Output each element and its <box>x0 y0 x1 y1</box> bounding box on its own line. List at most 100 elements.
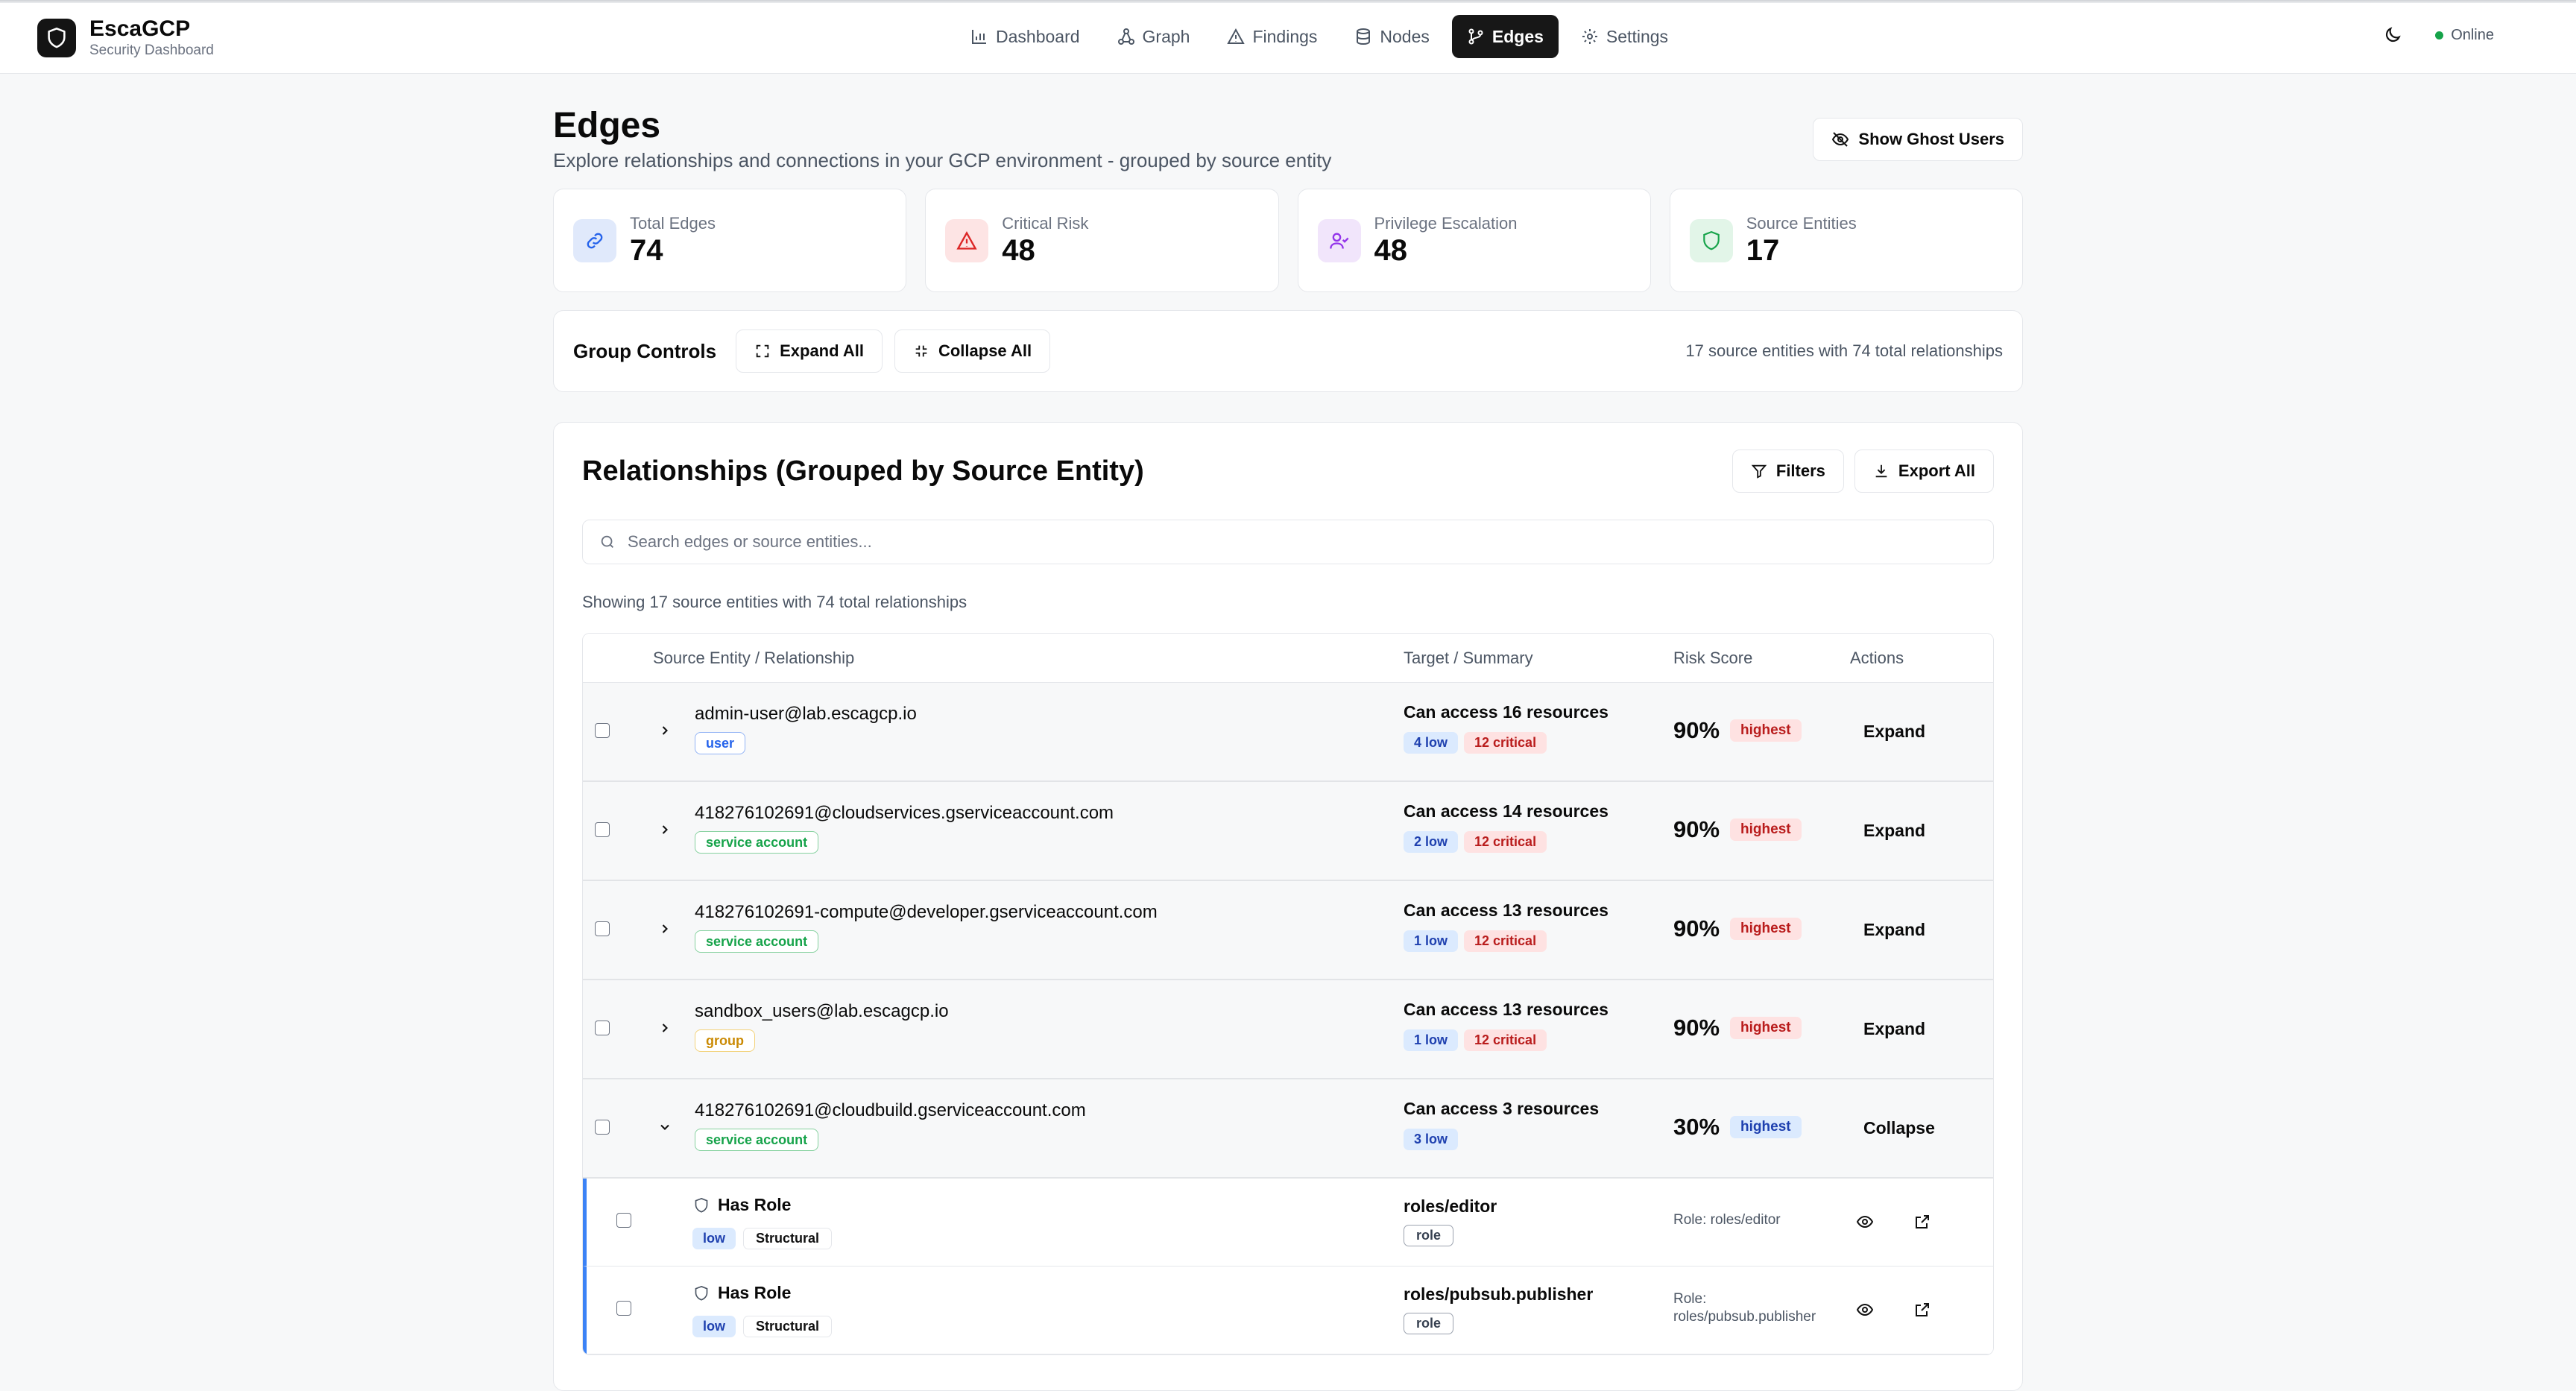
critical-count-badge: 12 critical <box>1464 831 1547 853</box>
stat-value: 74 <box>630 233 663 267</box>
export-all-label: Export All <box>1898 461 1975 480</box>
chevron-right-icon[interactable] <box>657 1021 672 1035</box>
row-checkbox[interactable] <box>595 822 610 837</box>
export-all-button[interactable]: Export All <box>1854 450 1994 493</box>
nav-nodes[interactable]: Nodes <box>1339 15 1444 58</box>
source-entity-name: sandbox_users@lab.escagcp.io <box>695 1001 949 1021</box>
summary-title: Can access 14 resources <box>1404 801 1609 821</box>
col-actions-header: Actions <box>1850 648 1904 667</box>
show-ghost-users-button[interactable]: Show Ghost Users <box>1813 118 2023 161</box>
source-entity-name: 418276102691@cloudbuild.gserviceaccount.… <box>695 1100 1086 1120</box>
low-count-badge: 1 low <box>1404 930 1459 952</box>
row-checkbox[interactable] <box>595 921 610 936</box>
critical-count-badge: 12 critical <box>1464 732 1547 754</box>
edge-type-label: Has Role <box>718 1283 792 1302</box>
nav-dashboard[interactable]: Dashboard <box>956 15 1095 58</box>
table-row[interactable]: admin-user@lab.escagcp.io user Can acces… <box>583 683 1993 782</box>
expand-all-button[interactable]: Expand All <box>736 329 883 373</box>
col-target-header: Target / Summary <box>1404 648 1533 667</box>
collapse-all-button[interactable]: Collapse All <box>894 329 1051 373</box>
risk-level-badge: highest <box>1730 1116 1802 1138</box>
stat-label: Critical Risk <box>1002 213 1089 233</box>
target-name: roles/pubsub.publisher <box>1404 1284 1594 1304</box>
chevron-right-icon[interactable] <box>657 723 672 738</box>
severity-badge: low <box>692 1228 736 1249</box>
child-edge-row[interactable]: Has Role low Structural roles/pubsub.pub… <box>583 1267 1993 1354</box>
expand-button[interactable]: Expand <box>1863 920 1925 940</box>
category-chip: Structural <box>743 1228 833 1249</box>
nav-settings[interactable]: Settings <box>1566 15 1683 58</box>
moon-icon[interactable] <box>2383 25 2402 45</box>
child-checkbox[interactable] <box>616 1301 631 1316</box>
risk-level-badge: highest <box>1730 1017 1802 1039</box>
nav-label: Edges <box>1491 26 1544 46</box>
summary-title: Can access 13 resources <box>1404 900 1609 920</box>
role-note: Role: roles/editor <box>1673 1212 1781 1228</box>
nav-label: Settings <box>1606 26 1669 46</box>
stat-value: 48 <box>1002 233 1035 267</box>
severity-badge: low <box>692 1316 736 1337</box>
row-checkbox[interactable] <box>595 1120 610 1135</box>
nav-label: Dashboard <box>996 26 1080 46</box>
brand[interactable]: EscaGCP Security Dashboard <box>37 16 214 60</box>
expand-button[interactable]: Expand <box>1863 722 1925 742</box>
expand-button[interactable]: Expand <box>1863 821 1925 841</box>
collapse-button[interactable]: Collapse <box>1863 1118 1935 1138</box>
main-nav: Dashboard Graph Findings Nodes Edges Set… <box>956 15 1683 58</box>
search-icon <box>599 534 616 550</box>
shield-icon <box>694 1197 709 1214</box>
stat-privilege-escalation: Privilege Escalation 48 <box>1297 189 1651 292</box>
app-name: EscaGCP <box>89 16 191 41</box>
stat-label: Source Entities <box>1746 213 1857 233</box>
filters-button[interactable]: Filters <box>1731 450 1844 493</box>
external-link-icon[interactable] <box>1907 1295 1937 1325</box>
critical-count-badge: 12 critical <box>1464 930 1547 952</box>
entity-type-tag: service account <box>695 1129 819 1151</box>
nav-graph[interactable]: Graph <box>1102 15 1205 58</box>
database-icon <box>1354 28 1372 45</box>
expand-button[interactable]: Expand <box>1863 1019 1925 1039</box>
risk-score: 30% <box>1673 1114 1720 1140</box>
external-link-icon[interactable] <box>1907 1207 1937 1237</box>
chevron-right-icon[interactable] <box>657 921 672 936</box>
view-eye-icon[interactable] <box>1850 1295 1880 1325</box>
child-checkbox[interactable] <box>616 1213 631 1228</box>
group-controls: Group Controls Expand All Collapse All 1… <box>553 310 2023 392</box>
view-eye-icon[interactable] <box>1850 1207 1880 1237</box>
relationships-table: Source Entity / Relationship Target / Su… <box>582 633 1994 1355</box>
chevron-down-icon[interactable] <box>657 1120 672 1135</box>
relationships-card: Relationships (Grouped by Source Entity)… <box>553 422 2023 1391</box>
table-row[interactable]: sandbox_users@lab.escagcp.io group Can a… <box>583 980 1993 1079</box>
page-subtitle: Explore relationships and connections in… <box>553 149 1332 171</box>
summary-title: Can access 13 resources <box>1404 1000 1609 1019</box>
show-ghost-users-label: Show Ghost Users <box>1858 130 2004 148</box>
status-dot <box>2435 31 2444 40</box>
graph-icon <box>1117 28 1135 45</box>
entity-type-tag: user <box>695 732 746 754</box>
table-row[interactable]: 418276102691@cloudbuild.gserviceaccount.… <box>583 1079 1993 1179</box>
entity-type-tag: service account <box>695 930 819 953</box>
row-checkbox[interactable] <box>595 723 610 738</box>
target-type-chip: role <box>1404 1225 1454 1246</box>
table-row[interactable]: 418276102691-compute@developer.gservicea… <box>583 881 1993 980</box>
chevron-right-icon[interactable] <box>657 822 672 837</box>
low-count-badge: 3 low <box>1404 1129 1459 1150</box>
search-box <box>582 520 1994 564</box>
gear-icon <box>1581 28 1599 45</box>
search-input[interactable] <box>628 532 1977 552</box>
expand-all-label: Expand All <box>780 341 864 360</box>
row-checkbox[interactable] <box>595 1021 610 1035</box>
stats-row: Total Edges 74 Critical Risk 48 Privileg… <box>553 189 2023 292</box>
nav-findings[interactable]: Findings <box>1212 15 1332 58</box>
nav-edges[interactable]: Edges <box>1451 15 1559 58</box>
col-risk-header: Risk Score <box>1673 648 1753 667</box>
showing-summary: Showing 17 source entities with 74 total… <box>582 593 967 611</box>
target-type-chip: role <box>1404 1313 1454 1334</box>
table-row[interactable]: 418276102691@cloudservices.gserviceaccou… <box>583 782 1993 881</box>
maximize-icon <box>754 343 771 359</box>
risk-level-badge: highest <box>1730 818 1802 841</box>
filters-label: Filters <box>1775 461 1825 480</box>
shield-icon <box>694 1285 709 1302</box>
risk-score: 90% <box>1673 816 1720 842</box>
child-edge-row[interactable]: Has Role low Structural roles/editor rol… <box>583 1179 1993 1267</box>
